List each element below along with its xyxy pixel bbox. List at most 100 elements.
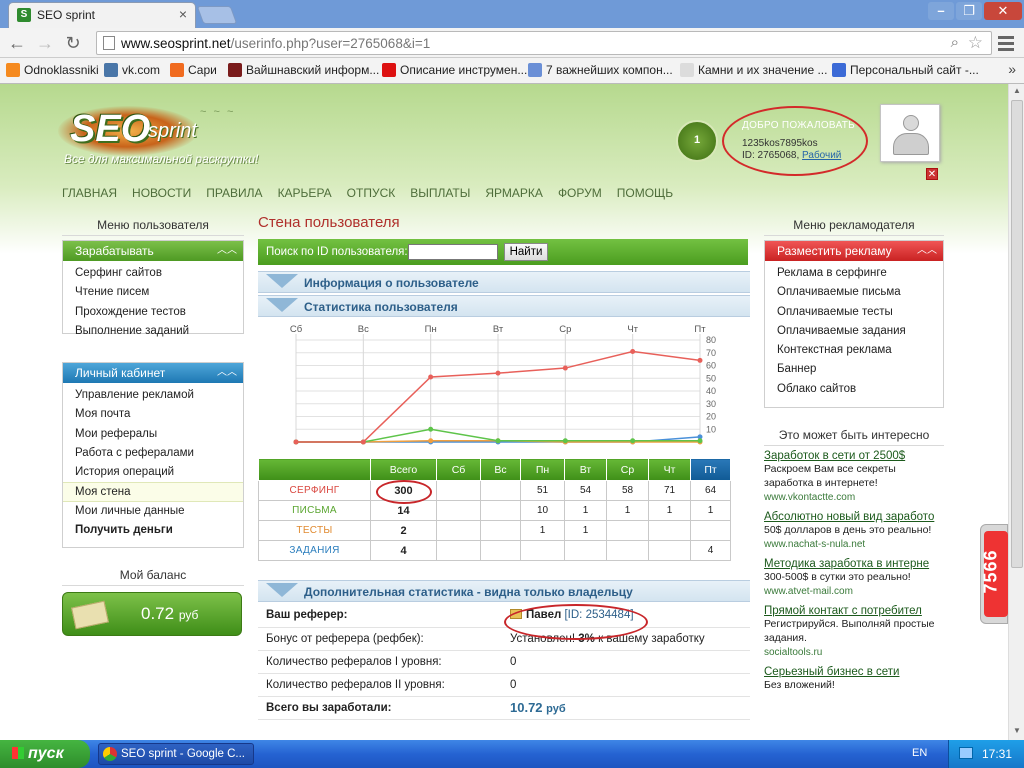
- highlight-circle: [376, 480, 432, 504]
- cabinet-menu-header[interactable]: Личный кабинет ︿︿: [63, 363, 243, 383]
- minimize-button[interactable]: –: [928, 2, 954, 20]
- section-user-info[interactable]: Информация о пользователе: [258, 271, 750, 293]
- chart-ytick-label: 30: [706, 399, 716, 409]
- bookmark-6[interactable]: Камни и их значение ...: [680, 63, 827, 77]
- promo-ad-url[interactable]: socialtools.ru: [764, 647, 944, 658]
- chart-ytick-label: 80: [706, 335, 716, 345]
- total-earned-row: Всего вы заработали: 10.72 руб: [258, 696, 750, 720]
- promo-ad-url[interactable]: www.atvet-mail.com: [764, 586, 944, 597]
- user-status-link[interactable]: Рабочий: [802, 150, 841, 161]
- earn-menu-header[interactable]: Зарабатывать ︿︿: [63, 241, 243, 261]
- tab-close-icon[interactable]: ×: [179, 6, 187, 22]
- earn-menu-item[interactable]: Выполнение заданий: [63, 322, 243, 341]
- section-user-stats[interactable]: Статистика пользователя: [258, 295, 750, 317]
- chart-xtick-label: Чт: [627, 324, 638, 335]
- user-id-line: ID: 2765068, Рабочий: [742, 150, 841, 161]
- advertiser-menu-heading: Меню рекламодателя: [764, 218, 944, 236]
- promo-ad-title[interactable]: Абсолютно новый вид заработо: [764, 511, 944, 523]
- promo-ad-title[interactable]: Серьезный бизнес в сети: [764, 666, 944, 678]
- personal-site-icon: [832, 63, 846, 77]
- search-button[interactable]: Найти: [504, 243, 548, 261]
- bookmark-7[interactable]: Персональный сайт -...: [832, 63, 979, 77]
- chart-ytick-label: 70: [706, 348, 716, 358]
- bookmark-5[interactable]: 7 важнейших компон...: [528, 63, 673, 77]
- nav-item-6[interactable]: ЯРМАРКА: [485, 186, 543, 200]
- bookmark-1[interactable]: vk.com: [104, 63, 160, 77]
- network-icon[interactable]: [959, 747, 973, 759]
- balance-widget[interactable]: 0.72 руб: [62, 592, 242, 636]
- nav-item-1[interactable]: НОВОСТИ: [132, 186, 191, 200]
- chart-ytick-label: 40: [706, 386, 716, 396]
- reload-icon[interactable]: ↻: [62, 32, 84, 54]
- page-scrollbar[interactable]: ▲ ▼: [1008, 84, 1024, 740]
- stats-row-total: 2: [370, 520, 437, 541]
- browser-tab[interactable]: S SEO sprint ×: [8, 2, 196, 28]
- cabinet-menu-item[interactable]: Моя почта: [63, 405, 243, 424]
- bookmarks-more-icon[interactable]: »: [1008, 61, 1016, 77]
- address-bar[interactable]: www.seosprint.net/userinfo.php?user=2765…: [96, 31, 992, 55]
- back-icon[interactable]: ←: [6, 32, 28, 54]
- user-avatar[interactable]: [880, 104, 940, 162]
- advertise-menu-item[interactable]: Реклама в серфинге: [765, 264, 943, 283]
- nav-item-8[interactable]: ПОМОЩЬ: [617, 186, 673, 200]
- earn-menu-item[interactable]: Чтение писем: [63, 283, 243, 302]
- advertise-menu-item[interactable]: Оплачиваемые письма: [765, 283, 943, 302]
- advertise-menu-header[interactable]: Разместить рекламу ︿︿: [765, 241, 943, 261]
- counter-widget[interactable]: 7566: [980, 524, 1008, 624]
- promo-ad-url[interactable]: www.vkontactte.com: [764, 492, 944, 503]
- promo-ad-url[interactable]: www.nachat-s-nula.net: [764, 539, 944, 550]
- promo-ad-title[interactable]: Прямой контакт с потребител: [764, 605, 944, 617]
- advertise-menu-item[interactable]: Контекстная реклама: [765, 341, 943, 360]
- chrome-menu-icon[interactable]: [996, 33, 1016, 53]
- start-button[interactable]: пуск: [0, 740, 90, 768]
- stats-cell: [436, 500, 481, 521]
- close-icon[interactable]: ✕: [926, 168, 938, 180]
- language-indicator[interactable]: EN: [912, 747, 927, 759]
- refback-row: Бонус от реферера (рефбек): Установлен! …: [258, 627, 750, 651]
- scroll-thumb[interactable]: [1011, 100, 1023, 568]
- close-window-button[interactable]: ✕: [984, 2, 1022, 20]
- bookmark-4[interactable]: Описание инструмен...: [382, 63, 527, 77]
- stats-cell: 1: [564, 520, 607, 541]
- cabinet-menu-item[interactable]: Управление рекламой: [63, 386, 243, 405]
- taskbar-chrome-item[interactable]: SEO sprint - Google C...: [98, 743, 254, 765]
- nav-item-4[interactable]: ОТПУСК: [347, 186, 396, 200]
- user-id-search-input[interactable]: [408, 244, 498, 260]
- search-icon[interactable]: ⌕: [951, 34, 959, 51]
- forward-icon[interactable]: →: [34, 32, 56, 54]
- seosprint-favicon-icon: S: [17, 8, 31, 22]
- nav-item-3[interactable]: КАРЬЕРА: [278, 186, 332, 200]
- nav-item-7[interactable]: ФОРУМ: [558, 186, 602, 200]
- earn-menu-item[interactable]: Прохождение тестов: [63, 303, 243, 322]
- cabinet-menu-item[interactable]: Моя стена: [63, 482, 243, 502]
- advertise-menu-item[interactable]: Баннер: [765, 360, 943, 379]
- bookmark-0[interactable]: Odnoklassniki: [6, 63, 99, 77]
- bookmark-2[interactable]: Сари: [170, 63, 217, 77]
- scroll-up-icon[interactable]: ▲: [1011, 86, 1023, 98]
- stats-column-header: Всего: [370, 458, 437, 481]
- new-tab-button[interactable]: [196, 6, 238, 24]
- url-host: www.seosprint.net: [121, 36, 231, 51]
- nav-item-2[interactable]: ПРАВИЛА: [206, 186, 262, 200]
- advertise-menu-item[interactable]: Оплачиваемые задания: [765, 322, 943, 341]
- nav-item-5[interactable]: ВЫПЛАТЫ: [410, 186, 470, 200]
- cabinet-menu-item[interactable]: Мои рефералы: [63, 425, 243, 444]
- cabinet-menu-item[interactable]: История операций: [63, 463, 243, 482]
- bookmark-star-icon[interactable]: ☆: [968, 33, 983, 53]
- cabinet-menu-item[interactable]: Получить деньги: [63, 521, 243, 540]
- cabinet-menu-item[interactable]: Работа с рефералами: [63, 444, 243, 463]
- scroll-down-icon[interactable]: ▼: [1011, 726, 1023, 738]
- bookmark-3[interactable]: Вайшнавский информ...: [228, 63, 379, 77]
- promo-ad-title[interactable]: Методика заработка в интерне: [764, 558, 944, 570]
- nav-item-0[interactable]: ГЛАВНАЯ: [62, 186, 117, 200]
- earn-menu-item[interactable]: Серфинг сайтов: [63, 264, 243, 283]
- advertise-menu-item[interactable]: Облако сайтов: [765, 380, 943, 399]
- promo-ad-title[interactable]: Заработок в сети от 2500$: [764, 450, 944, 462]
- advertise-menu-item[interactable]: Оплачиваемые тесты: [765, 303, 943, 322]
- collapse-icon: ︿︿: [217, 245, 237, 256]
- collapse-icon: ︿︿: [917, 245, 937, 256]
- maximize-button[interactable]: ❐: [956, 2, 982, 20]
- cabinet-menu-item[interactable]: Мои личные данные: [63, 502, 243, 521]
- clock: 17:31: [981, 747, 1012, 761]
- section-extra-stats[interactable]: Дополнительная статистика - видна только…: [258, 580, 750, 602]
